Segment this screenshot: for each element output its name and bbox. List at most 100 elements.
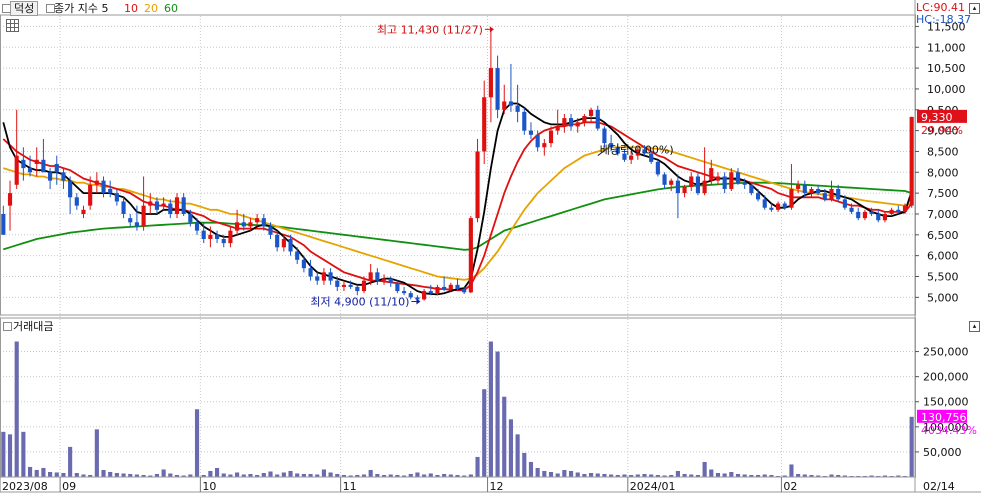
volume-panel-title: 거래대금 [13,320,54,333]
candle-body [829,188,834,200]
price-tick-label: 7,500 [927,187,959,200]
candle-body [114,193,119,202]
volume-bar [168,473,173,477]
candle-body [542,143,547,148]
candle-body [381,278,387,281]
volume-panel-checkbox[interactable] [3,322,12,331]
volume-bar [68,446,73,477]
ma20-legend: 20 [144,2,158,15]
candle-body [669,180,674,185]
candle-body [522,111,527,131]
candle-body [328,272,333,281]
candle-body [762,199,767,208]
volume-bar [562,469,567,477]
price-tick-label: 7,000 [927,208,959,221]
volume-bar [101,469,106,477]
last-price-label: 9,330 [921,111,953,124]
candle-body [281,238,286,248]
candle-body [896,209,901,212]
volume-bar [528,461,534,477]
volume-bar [568,470,574,477]
volume-panel-expand-icon[interactable]: ▴ [969,321,980,332]
candle-body [315,276,320,281]
candle-body [121,201,126,214]
candle-body [682,186,687,194]
candle-body [715,176,721,181]
candle-body [275,234,280,248]
candle-body [468,218,473,293]
volume-bar [268,471,273,477]
candle-body [141,205,146,227]
price-panel-expand-icon[interactable]: ▴ [969,3,980,14]
moving-average-lines [2,102,913,296]
candle-body [508,101,514,106]
stock-chart-canvas[interactable]: 5,000 5,500 6,000 6,500 7,000 7,500 8,000 8,500… [0,0,981,495]
candle-body [108,188,113,194]
ma60-legend: 60 [164,2,178,15]
candle-body [301,259,306,269]
candle-body [48,172,53,181]
candle-body [321,272,326,281]
candle-body [675,180,680,194]
candle-body [255,218,260,223]
volume-panel-border [0,317,916,478]
stock-name-tab[interactable]: 덕성 [10,1,39,16]
volume-bar [542,470,547,477]
volume-bar [475,456,480,477]
candle-body [54,163,59,173]
candle-body [555,126,560,131]
candle-body [201,230,206,239]
candle-body [869,211,874,214]
candle-body [88,184,93,206]
volume-bar [61,472,66,477]
volume-bar [94,429,99,477]
price-tick-label: 8,000 [927,166,959,179]
last-change-label: 29.94% [921,124,963,137]
table-view-icon[interactable] [6,19,19,32]
candle-body [335,280,340,287]
price-candles [1,29,914,302]
candle-body [822,193,827,200]
candle-body [308,268,313,277]
volume-bar [575,472,580,477]
candle-body [355,286,360,292]
date-tick-label: 2023/08 [2,480,48,493]
candle-body [809,188,814,194]
volume-bar [502,396,507,477]
candle-body [188,213,193,223]
volume-bar [555,473,560,477]
candle-body [782,203,787,208]
candle-body [709,168,714,181]
volume-bar [108,471,113,477]
candle-body [442,286,447,289]
candle-body [502,101,507,110]
candle-body [535,134,540,148]
candle-body [248,222,253,227]
price-tick-label: 11,000 [927,41,966,54]
candle-body [448,284,453,289]
candle-body [495,68,500,110]
date-tick-label: 11 [343,480,357,493]
candle-body [214,234,220,239]
candle-body [74,197,79,206]
candle-body [789,188,794,208]
candle-body [722,176,727,189]
volume-bar [595,473,600,477]
candle-body [595,109,600,129]
volume-bar [288,470,293,477]
date-tick-label: 10 [202,480,216,493]
price-tick-label: 6,000 [927,250,959,263]
volume-bar [428,473,433,477]
candle-body [401,291,407,294]
candle-body [61,172,66,181]
volume-bar [522,452,527,477]
volume-bar [722,473,727,477]
candle-body [415,297,420,300]
volume-tick-label: 250,000 [923,346,969,359]
legend-title: 종가 지수 5 [54,2,109,15]
candle-body [388,278,393,283]
ma60-line [3,181,912,251]
candle-body [876,213,881,221]
candle-body [428,291,433,294]
volume-bar [235,472,240,477]
